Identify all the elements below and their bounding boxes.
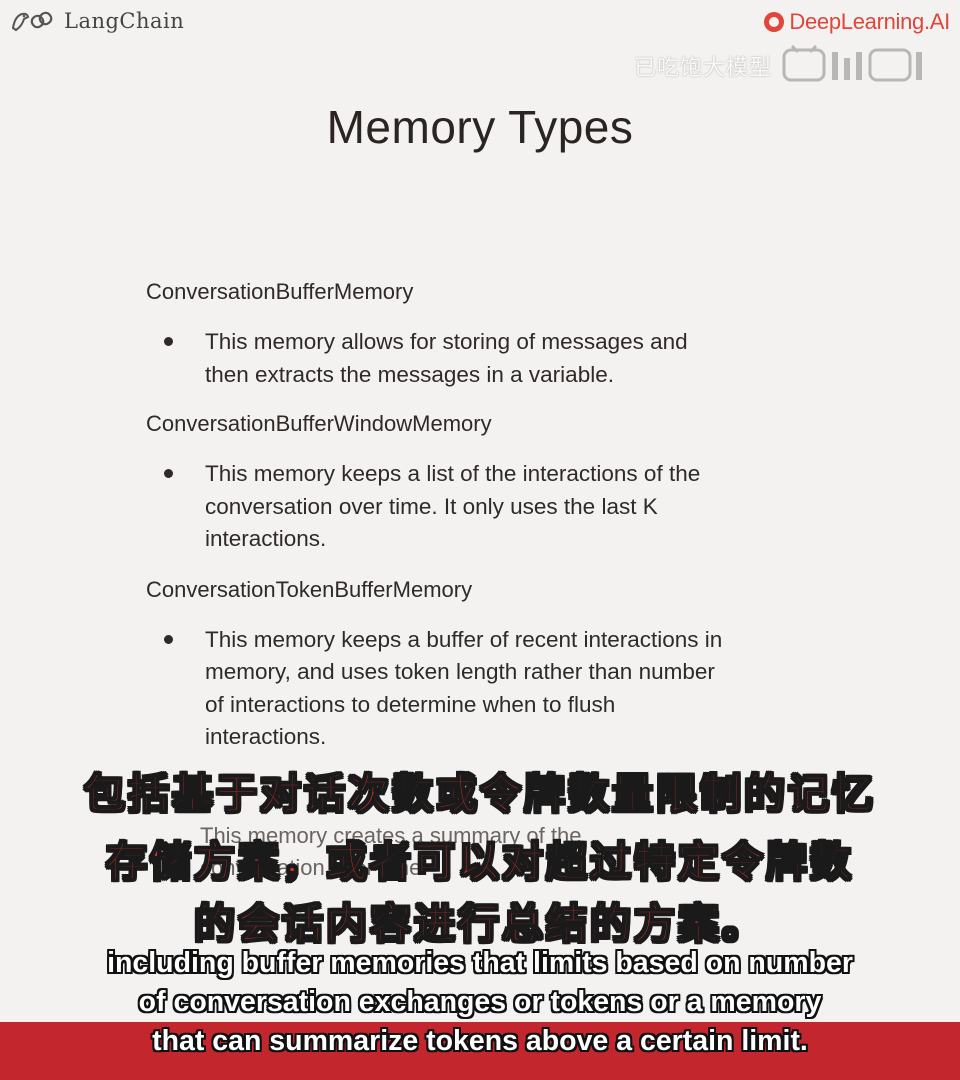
channel-watermark: 已吃饱大模型 [634,44,932,88]
memory-types-list: ConversationBufferMemory This memory all… [146,276,846,754]
subtitle-line: of conversation exchanges or tokens or a… [138,986,822,1018]
memory-item-buffer-window: ConversationBufferWindowMemory This memo… [146,408,846,556]
deeplearning-circle-icon [764,12,785,32]
subtitle-english: including buffer memories that limits ba… [0,944,960,1061]
video-frame: LangChain DeepLearning.AI 已吃饱大模型 Memory … [0,0,960,1080]
langchain-logo: LangChain [10,8,184,34]
memory-item-token-buffer: ConversationTokenBufferMemory This memor… [146,574,846,754]
bilibili-watermark-icon [782,44,932,88]
bullet-icon [164,634,173,644]
memory-item-buffer: ConversationBufferMemory This memory all… [146,276,846,391]
subtitle-line: that can summarize tokens above a certai… [152,1025,808,1057]
memory-item-description: This memory keeps a buffer of recent int… [146,624,815,754]
description-line: This memory allows for storing of messag… [205,329,688,354]
memory-item-name: ConversationBufferMemory [146,279,414,304]
subtitle-line: 包括基于对话次数或令牌数量限制的记忆 [83,769,876,819]
description-line: of interactions to determine when to flu… [205,691,616,717]
description-line: This memory keeps a buffer of recent int… [205,626,723,652]
subtitle-line: including buffer memories that limits ba… [107,947,853,979]
subtitle-chinese: 包括基于对话次数或令牌数量限制的记忆 存储方案，或者可以对超过特定令牌数 的会话… [0,766,960,952]
watermark-text: 已吃饱大模型 [633,56,772,81]
memory-item-name: ConversationBufferWindowMemory [146,411,492,436]
parrot-link-icon [10,8,58,34]
slide-title: Memory Types [326,101,634,153]
deeplearning-logo-text: DeepLearning.AI [789,9,950,34]
langchain-logo-text: LangChain [64,9,185,33]
description-line: interactions. [205,526,327,551]
memory-item-description: This memory keeps a list of the interact… [146,458,815,556]
description-line: then extracts the messages in a variable… [205,361,614,387]
bullet-icon [164,337,173,346]
subtitle-line: 存储方案，或者可以对超过特定令牌数 [105,837,854,887]
description-line: conversation over time. It only uses the… [205,493,658,519]
bullet-icon [164,469,173,478]
memory-item-description: This memory allows for storing of messag… [146,326,815,391]
deeplearning-logo: DeepLearning.AI [764,9,950,35]
description-line: memory, and uses token length rather tha… [205,659,715,684]
description-line: This memory keeps a list of the interact… [205,461,701,486]
memory-item-name: ConversationTokenBufferMemory [146,576,473,602]
description-line: interactions. [205,724,327,749]
